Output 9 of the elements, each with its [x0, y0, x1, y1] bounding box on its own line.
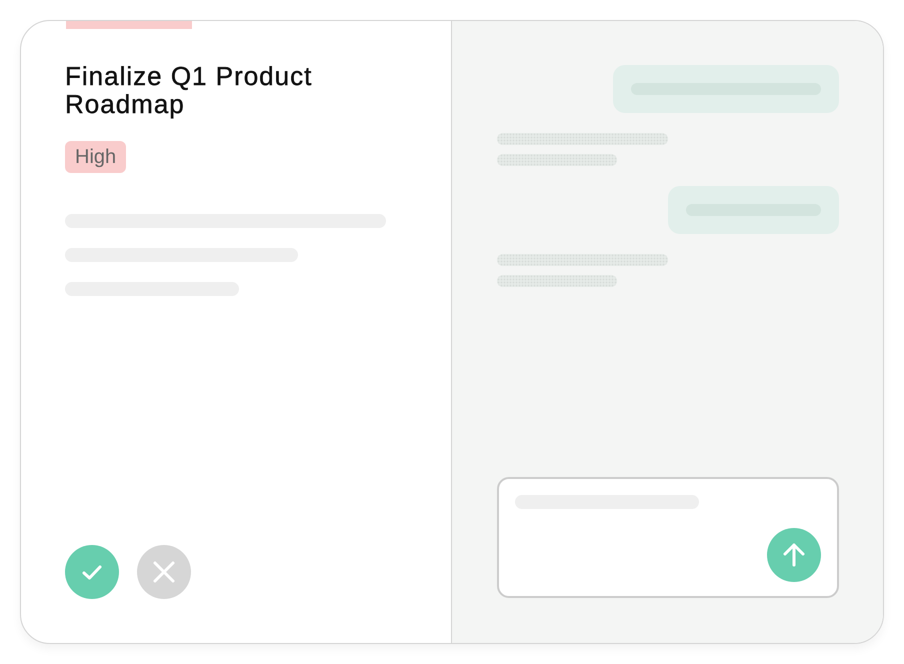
message-input-field[interactable]	[497, 477, 839, 598]
send-button[interactable]	[767, 528, 821, 582]
task-title: Finalize Q1 Product Roadmap	[65, 62, 314, 118]
reject-button[interactable]	[137, 545, 191, 599]
priority-badge: High	[65, 141, 126, 173]
accept-button[interactable]	[65, 545, 119, 599]
check-icon	[82, 564, 102, 580]
arrow-up-icon	[783, 543, 805, 567]
close-icon	[153, 561, 175, 583]
